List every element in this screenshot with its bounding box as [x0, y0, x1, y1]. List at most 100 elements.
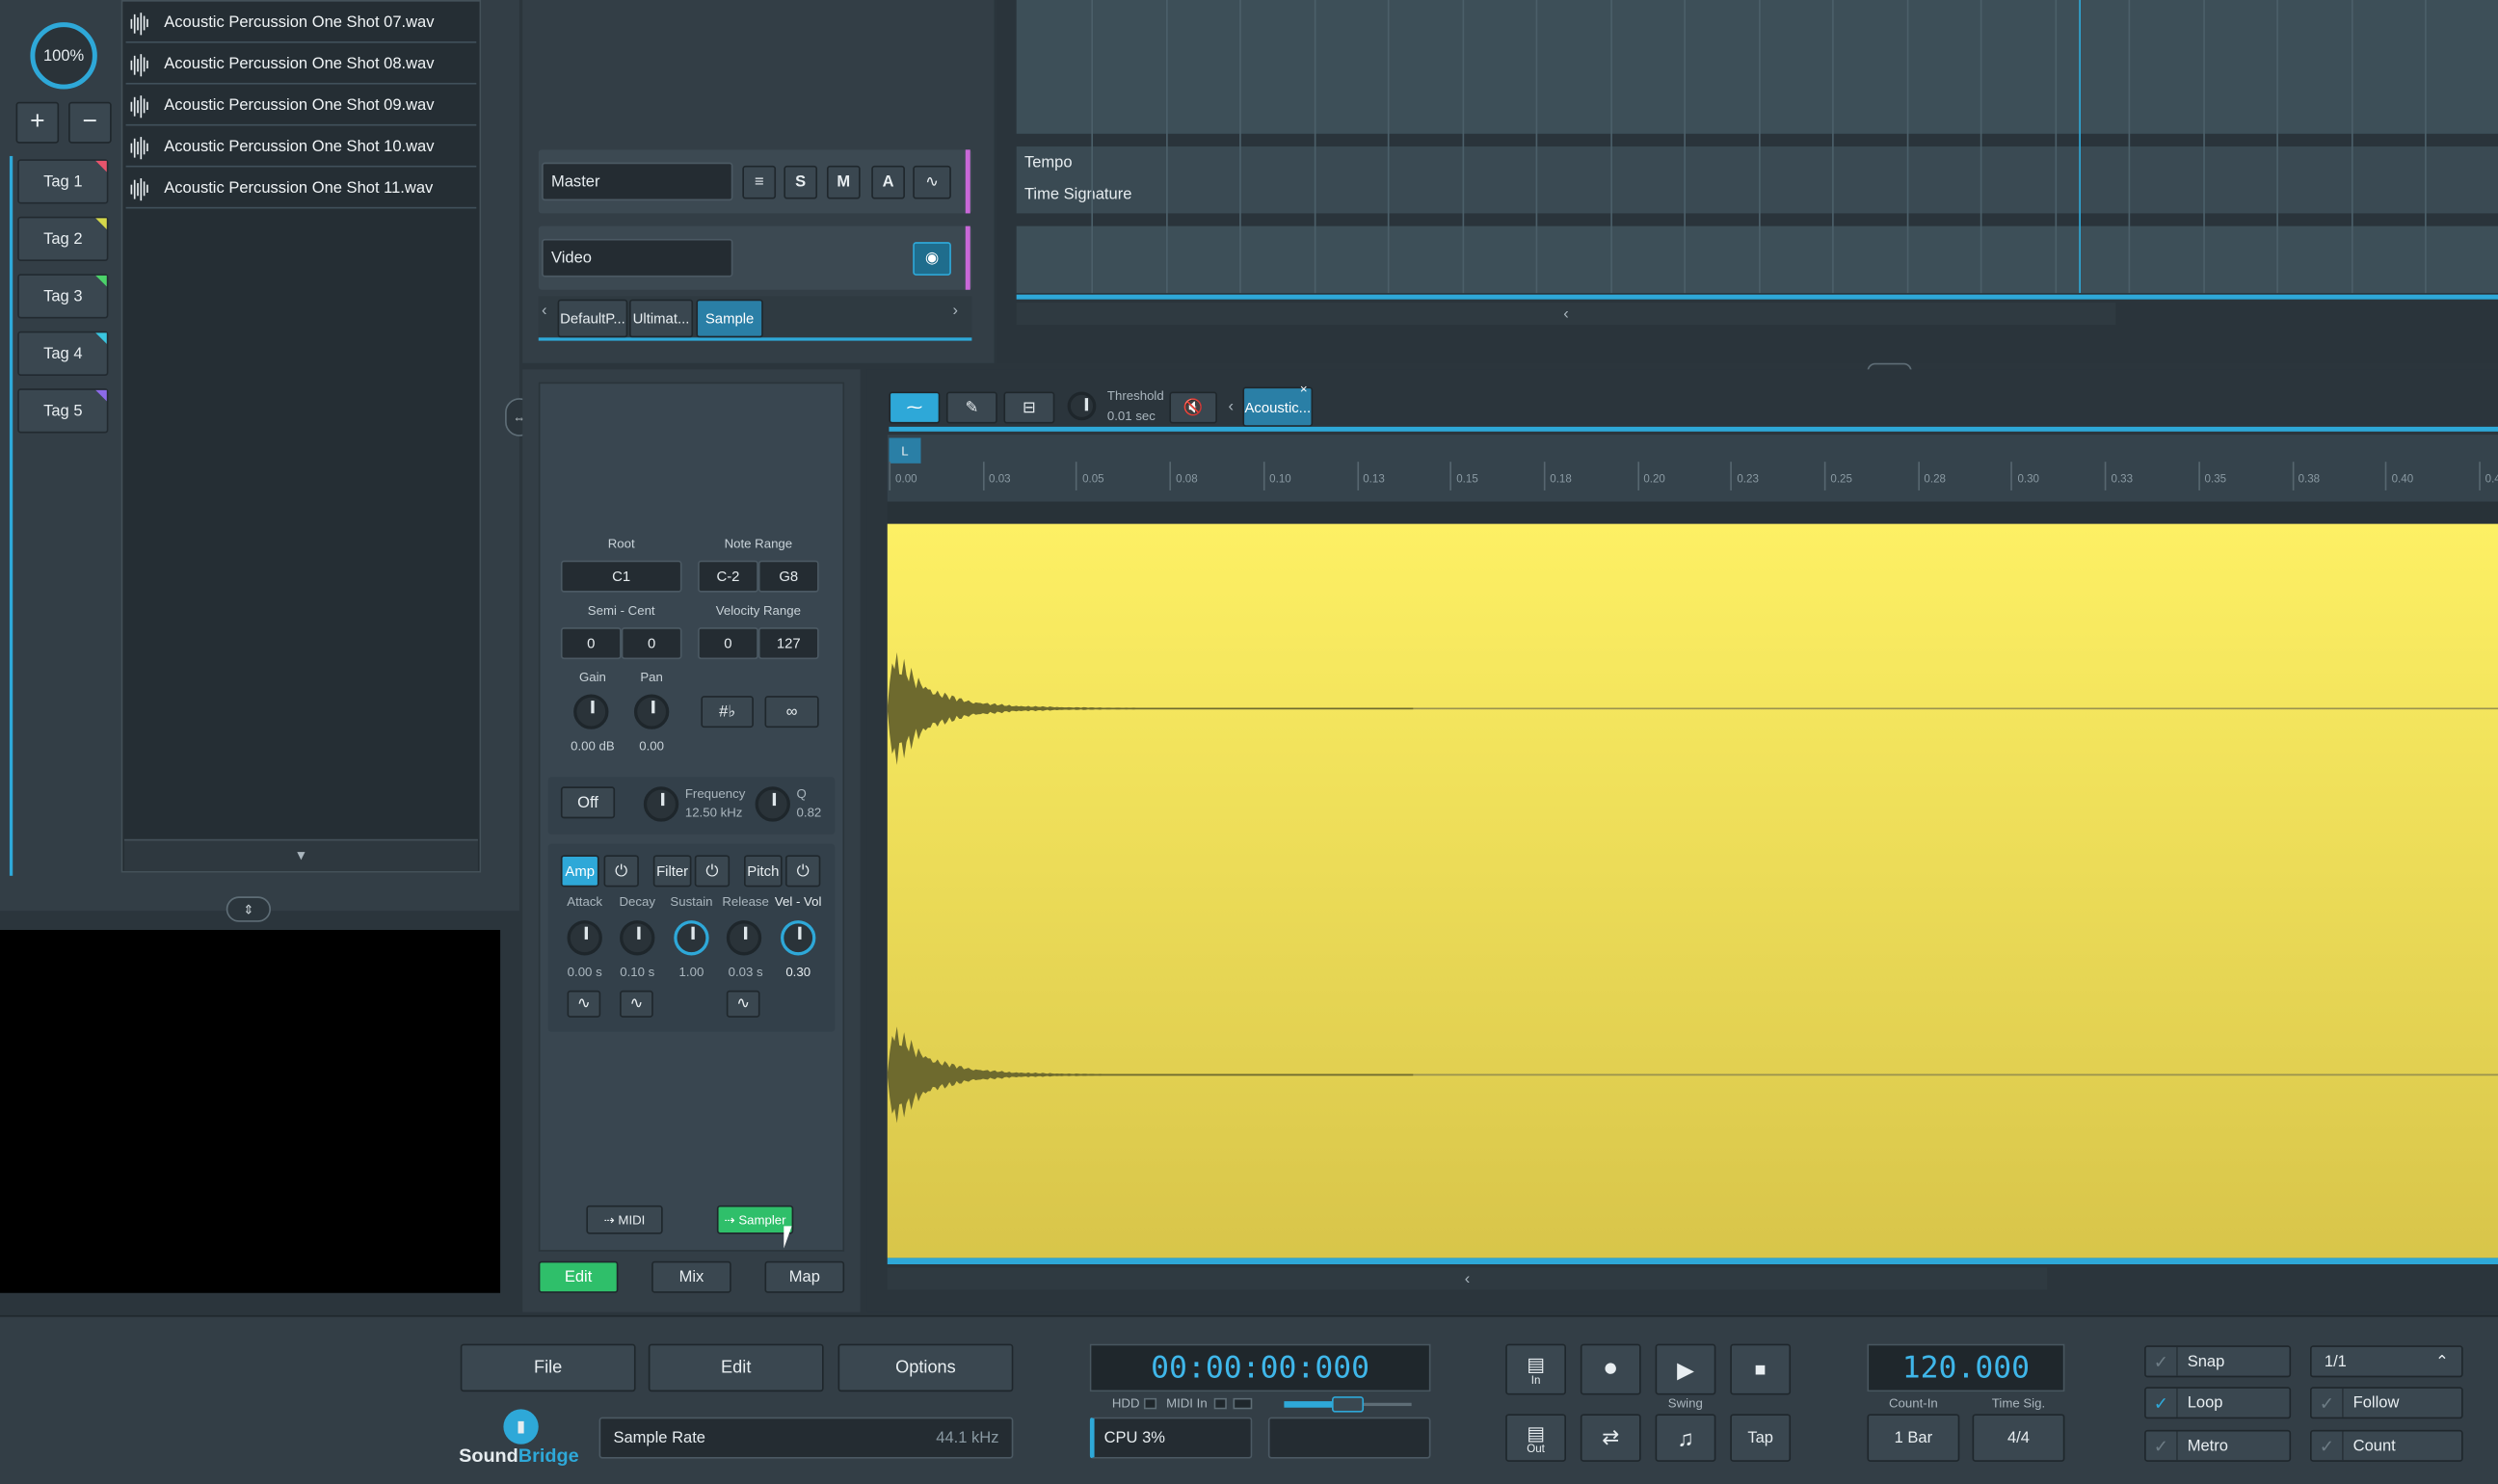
tag-4-button[interactable]: Tag 4: [17, 331, 109, 376]
sample-rate-field[interactable]: Sample Rate 44.1 kHz: [598, 1417, 1014, 1459]
tag-1-color: [95, 160, 107, 172]
time-ruler[interactable]: [887, 435, 2498, 502]
resize-vertical-icon[interactable]: ⇕: [226, 896, 272, 922]
pan-knob[interactable]: [633, 694, 670, 729]
tune-icon[interactable]: #♭: [701, 696, 754, 729]
tag-5-button[interactable]: Tag 5: [17, 388, 109, 434]
count-in-button[interactable]: 1 Bar: [1867, 1414, 1960, 1462]
decay-knob[interactable]: [620, 920, 655, 956]
waveform-area[interactable]: [887, 523, 2498, 1259]
play-button[interactable]: ▶: [1655, 1343, 1716, 1395]
file-item[interactable]: Acoustic Percussion One Shot 10.wav: [125, 129, 477, 168]
zoom-knob[interactable]: 100%: [30, 22, 97, 90]
automation-curve-icon[interactable]: ∿: [913, 165, 951, 199]
record-button[interactable]: ●: [1580, 1343, 1641, 1395]
mute-button[interactable]: M: [826, 165, 861, 199]
tab-defaultp[interactable]: DefaultP...: [557, 299, 628, 338]
tempo-display[interactable]: 120.000: [1867, 1343, 2065, 1392]
attack-curve-icon[interactable]: ∿: [567, 990, 601, 1018]
waveform-tool-icon[interactable]: ⁓: [889, 391, 941, 424]
volume-slider-handle[interactable]: [1331, 1396, 1365, 1413]
q-knob[interactable]: [755, 786, 790, 822]
file-item[interactable]: Acoustic Percussion One Shot 07.wav: [125, 5, 477, 43]
metronome-button[interactable]: ♫: [1655, 1414, 1716, 1462]
editor-scroll-left-icon[interactable]: ‹: [887, 1267, 2048, 1290]
remove-tag-button[interactable]: −: [68, 101, 112, 144]
tap-button[interactable]: Tap: [1730, 1414, 1792, 1462]
ruler-tick-line: [1730, 462, 1733, 490]
vel-vol-knob[interactable]: [781, 920, 816, 956]
metro-toggle[interactable]: ✓ Metro: [2144, 1429, 2292, 1462]
velocity-high[interactable]: 127: [757, 627, 819, 660]
mute-preview-icon[interactable]: 🔇: [1169, 391, 1217, 424]
velocity-low[interactable]: 0: [698, 627, 758, 660]
video-eye-icon[interactable]: ◉: [913, 242, 951, 276]
stop-button[interactable]: ■: [1730, 1343, 1792, 1395]
ruler-tick-label: 0.40: [2391, 474, 2414, 486]
file-item[interactable]: Acoustic Percussion One Shot 09.wav: [125, 88, 477, 126]
master-track-name[interactable]: Master: [542, 162, 733, 201]
loop-toggle[interactable]: ✓ Loop: [2144, 1387, 2292, 1419]
pitch-power-icon[interactable]: ⏻: [784, 855, 821, 888]
release-knob[interactable]: [726, 920, 762, 956]
snap-toggle[interactable]: ✓ Snap: [2144, 1345, 2292, 1378]
sampler-button[interactable]: ⇢ Sampler: [716, 1205, 794, 1234]
solo-button[interactable]: S: [784, 165, 818, 199]
options-menu[interactable]: Options: [837, 1343, 1014, 1392]
tabs-right-icon[interactable]: ›: [953, 303, 970, 334]
frequency-knob[interactable]: [643, 786, 679, 822]
midi-button[interactable]: ⇢ MIDI: [586, 1205, 663, 1234]
video-track-name[interactable]: Video: [542, 238, 733, 278]
cent-field[interactable]: 0: [621, 627, 682, 660]
count-toggle[interactable]: ✓ Count: [2309, 1429, 2463, 1462]
tabs-left-icon[interactable]: ‹: [542, 303, 558, 334]
release-curve-icon[interactable]: ∿: [726, 990, 760, 1018]
edit-tab[interactable]: Edit: [538, 1260, 619, 1293]
scroll-down-icon[interactable]: ▾: [123, 838, 478, 871]
follow-toggle[interactable]: ✓ Follow: [2309, 1387, 2463, 1419]
map-tab[interactable]: Map: [764, 1260, 845, 1293]
add-tag-button[interactable]: +: [15, 101, 60, 144]
tab-ultimat[interactable]: Ultimat...: [628, 299, 694, 338]
time-sig-button[interactable]: 4/4: [1972, 1414, 2065, 1462]
file-item[interactable]: Acoustic Percussion One Shot 08.wav: [125, 46, 477, 85]
threshold-knob[interactable]: [1067, 391, 1097, 421]
time-display[interactable]: 00:00:00:000: [1089, 1343, 1431, 1392]
clip-tabs-left-icon[interactable]: ‹: [1229, 398, 1235, 415]
link-icon[interactable]: ∞: [764, 696, 819, 729]
tag-2-button[interactable]: Tag 2: [17, 216, 109, 261]
tag-3-button[interactable]: Tag 3: [17, 274, 109, 319]
root-field[interactable]: C1: [560, 560, 682, 593]
mix-tab[interactable]: Mix: [651, 1260, 731, 1293]
automation-button[interactable]: A: [871, 165, 905, 199]
edit-menu[interactable]: Edit: [648, 1343, 824, 1392]
pencil-tool-icon[interactable]: ✎: [945, 391, 997, 424]
sustain-knob[interactable]: [674, 920, 709, 956]
punch-out-button[interactable]: ▤ Out: [1505, 1414, 1566, 1462]
filter-type-button[interactable]: Off: [560, 786, 616, 819]
tag-1-button[interactable]: Tag 1: [17, 159, 109, 204]
filter-power-icon[interactable]: ⏻: [694, 855, 731, 888]
loop-mode-button[interactable]: ⇄: [1580, 1414, 1641, 1462]
slice-tool-icon[interactable]: ⊟: [1003, 391, 1055, 424]
arrange-grid-line: [2128, 0, 2131, 294]
amp-power-icon[interactable]: ⏻: [603, 855, 639, 888]
filter-tab[interactable]: Filter: [652, 855, 692, 888]
clip-tab-close-icon[interactable]: ×: [1300, 383, 1308, 397]
file-item[interactable]: Acoustic Percussion One Shot 11.wav: [125, 171, 477, 209]
attack-knob[interactable]: [567, 920, 602, 956]
punch-in-button[interactable]: ▤ In: [1505, 1343, 1566, 1395]
grid-select[interactable]: 1/1 ⌃: [2309, 1345, 2463, 1378]
notes-icon[interactable]: ≡: [742, 165, 777, 199]
semi-field[interactable]: 0: [560, 627, 622, 660]
gain-knob[interactable]: [573, 694, 609, 729]
note-range-low[interactable]: C-2: [698, 560, 758, 593]
amp-tab[interactable]: Amp: [560, 855, 599, 888]
loop-marker[interactable]: L: [889, 437, 921, 464]
pitch-tab[interactable]: Pitch: [743, 855, 783, 888]
file-menu[interactable]: File: [460, 1343, 636, 1392]
tab-sample[interactable]: Sample: [696, 299, 763, 338]
note-range-high[interactable]: G8: [757, 560, 819, 593]
arrange-scroll-left-icon[interactable]: ‹: [1016, 302, 2116, 326]
decay-curve-icon[interactable]: ∿: [620, 990, 653, 1018]
